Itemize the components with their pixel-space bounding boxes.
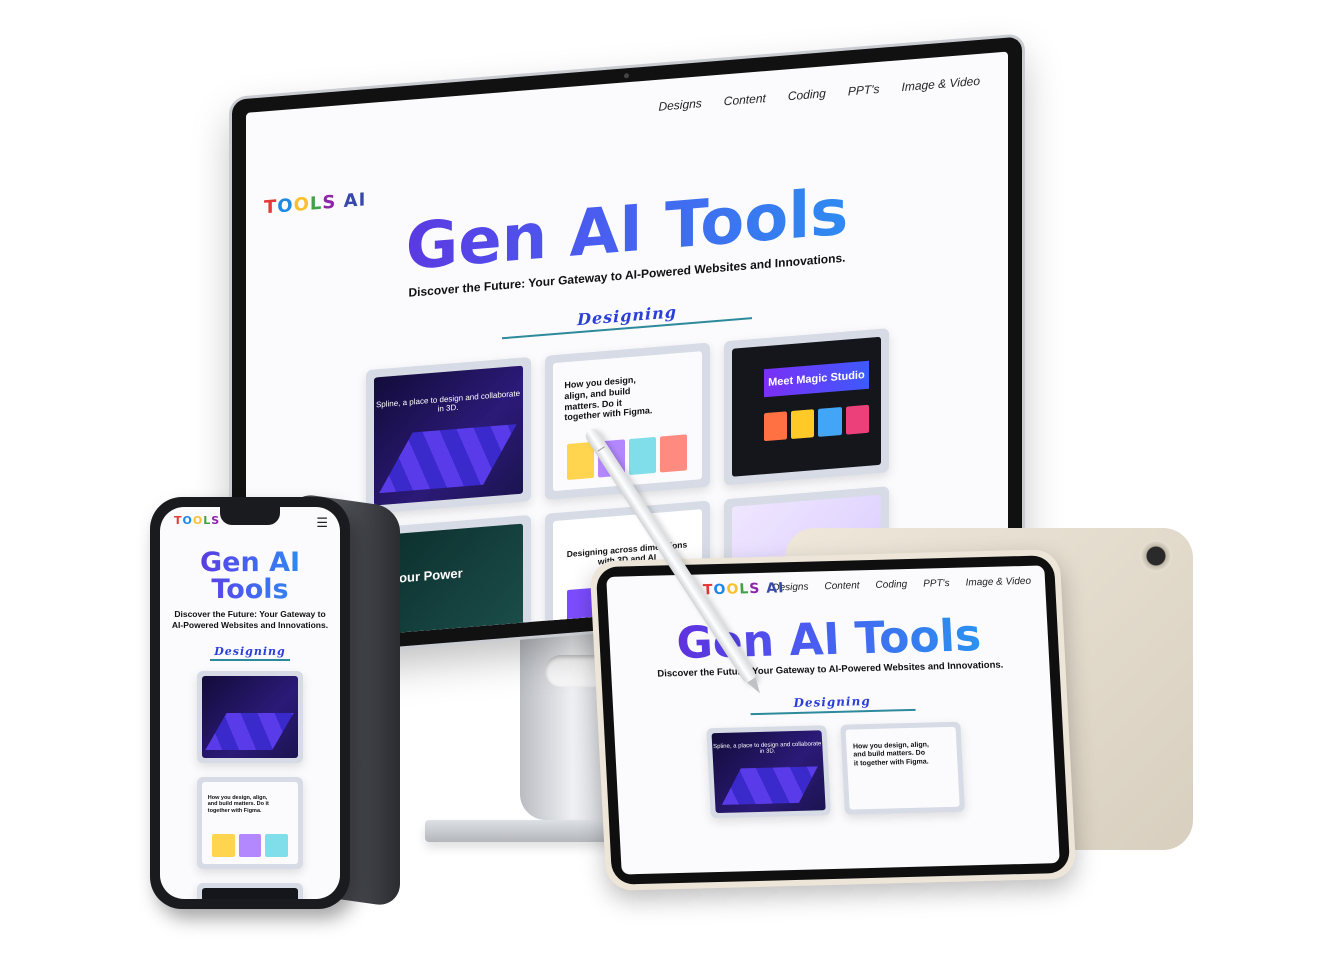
hero-title: Gen AI Tools [160, 549, 340, 603]
card-caption: Spline, a place to design and collaborat… [713, 740, 822, 755]
nav-coding[interactable]: Coding [875, 579, 907, 591]
smartphone-device: TOOLS ☰ Gen AI Tools Discover the Future… [150, 497, 350, 909]
card-caption: How you design, align, and build matters… [852, 741, 930, 768]
nav-content[interactable]: Content [724, 91, 766, 108]
tool-card-spline[interactable]: Spline, a place to design and collaborat… [706, 724, 831, 818]
sticky-notes-graphic [567, 434, 687, 480]
tool-card-canva[interactable]: Meet Magic Studio [723, 328, 889, 486]
tool-card-spline[interactable] [197, 670, 303, 763]
card-caption: Meet Magic Studio [764, 360, 869, 398]
tool-card-figma[interactable]: How you design, align, and build matters… [197, 776, 303, 869]
tablet-camera [1140, 540, 1172, 572]
nav-ppts[interactable]: PPT's [923, 578, 950, 590]
tool-card-spline[interactable]: Spline, a place to design and collaborat… [365, 356, 531, 515]
tool-cards-list: How you design, align, and build matters… [160, 670, 340, 899]
card-caption: Your Power [391, 565, 463, 587]
isometric-graphic [205, 712, 295, 750]
hamburger-menu-icon[interactable]: ☰ [316, 515, 328, 531]
nav-image-video[interactable]: Image & Video [902, 74, 981, 94]
device-mockup-scene: TOOLS AI Designs Content Coding PPT's Im… [0, 0, 1320, 960]
card-thumbnail: Spline, a place to design and collaborat… [711, 729, 826, 813]
card-thumbnail: How you design, align, and build matters… [552, 351, 702, 492]
card-thumbnail: How you design, align, and build matters… [202, 781, 298, 864]
card-thumbnail [202, 675, 298, 758]
hero-subtitle: Discover the Future: Your Gateway to AI-… [171, 609, 329, 631]
site-logo[interactable]: TOOLS AI [264, 189, 366, 218]
site-logo[interactable]: TOOLS [174, 514, 220, 527]
tool-card-canva[interactable]: Meet Magic Studio [197, 882, 303, 899]
nav-ppts[interactable]: PPT's [848, 82, 880, 99]
section-title-designing: Designing [214, 645, 286, 659]
isometric-graphic [721, 765, 818, 805]
card-caption: Spline, a place to design and collaborat… [375, 388, 521, 414]
tablet-device: TOOLS AI Designs Content Coding PPT's Im… [589, 549, 1077, 891]
template-tiles [764, 404, 869, 441]
card-thumbnail: Meet Magic Studio [202, 887, 298, 899]
isometric-graphic [379, 423, 517, 493]
phone-notch [220, 507, 280, 525]
nav-content[interactable]: Content [824, 580, 860, 592]
phone-screen: TOOLS ☰ Gen AI Tools Discover the Future… [160, 507, 340, 899]
site-logo[interactable]: TOOLS AI [703, 580, 785, 598]
card-thumbnail: How you design, align, and build matters… [845, 726, 960, 810]
sticky-notes-graphic [211, 834, 289, 858]
nav-designs[interactable]: Designs [658, 96, 701, 113]
section-divider [210, 659, 290, 661]
nav-coding[interactable]: Coding [788, 86, 826, 103]
nav-image-video[interactable]: Image & Video [965, 576, 1031, 589]
tablet-screen: TOOLS AI Designs Content Coding PPT's Im… [606, 565, 1060, 875]
tool-cards-grid: Spline, a place to design and collaborat… [614, 719, 1057, 820]
card-thumbnail: Meet Magic Studio [731, 336, 881, 477]
card-caption: How you design, align, and build matters… [564, 374, 653, 423]
tool-card-figma[interactable]: How you design, align, and build matters… [840, 721, 965, 815]
card-thumbnail: Spline, a place to design and collaborat… [373, 365, 523, 506]
card-caption: How you design, align, and build matters… [207, 794, 269, 814]
